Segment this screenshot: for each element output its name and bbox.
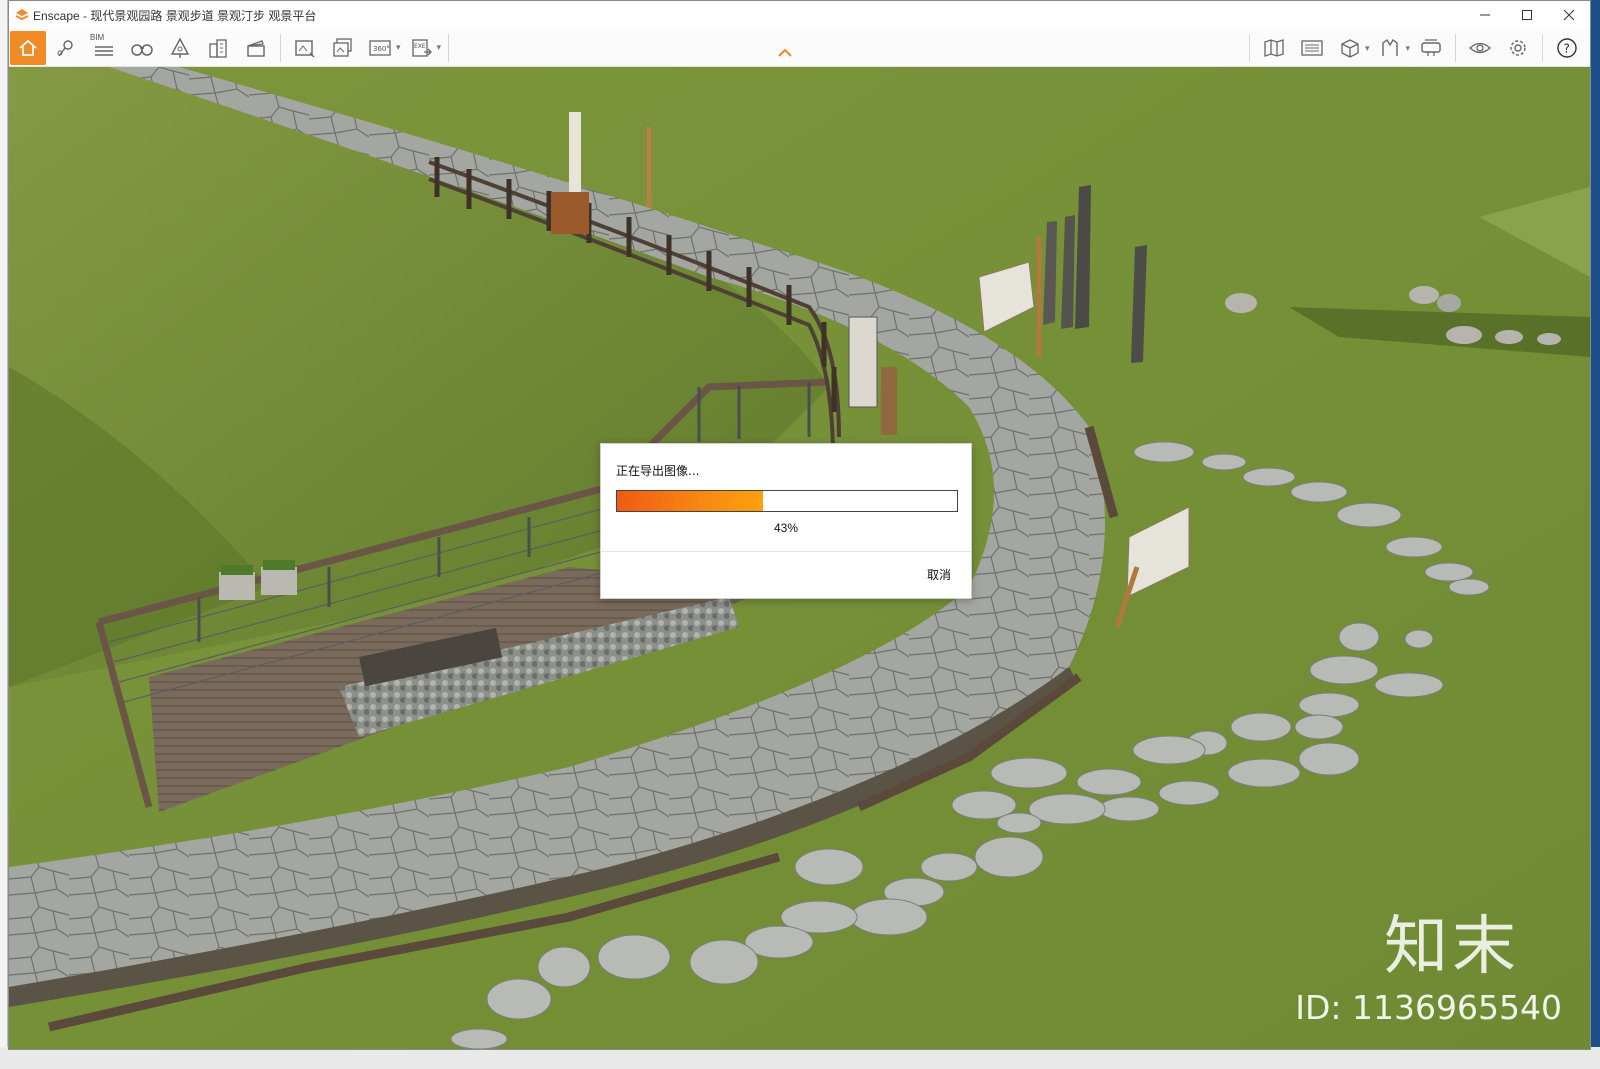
main-toolbar: BIM 360° ▾ EXE ▾ ▾ ▾ ? [9, 29, 1590, 67]
toolbar-separator [1455, 34, 1456, 62]
desktop-right-edge [1591, 0, 1600, 1069]
export-progress-bar [616, 490, 958, 512]
toolbar-separator [1542, 34, 1543, 62]
collapse-toolbar-button[interactable] [777, 45, 793, 63]
buildings-icon [209, 38, 227, 58]
vr-headset-button[interactable] [1413, 31, 1449, 65]
material-editor-button[interactable] [1372, 31, 1408, 65]
visibility-button[interactable] [1462, 31, 1498, 65]
enscape-window: Enscape - 现代景观园路 景观步道 景观汀步 观景平台 BIM 360°… [8, 0, 1591, 1050]
settings-icon [1510, 40, 1526, 56]
batch-render-button[interactable] [325, 31, 361, 65]
help-button[interactable]: ? [1549, 31, 1585, 65]
svg-text:?: ? [1564, 42, 1570, 56]
asset-library-icon [1301, 40, 1323, 56]
title-bar: Enscape - 现代景观园路 景观步道 景观汀步 观景平台 [9, 1, 1590, 29]
cube-dropdown-caret[interactable]: ▾ [1365, 43, 1370, 54]
map-button[interactable] [1256, 31, 1292, 65]
minimize-icon [1480, 14, 1490, 16]
export-exe-icon: EXE [411, 38, 432, 57]
home-icon [19, 39, 37, 56]
desktop-taskbar-strip [0, 1047, 1600, 1069]
toolbar-separator [1248, 34, 1250, 62]
location-pin-icon [57, 39, 73, 56]
views-button[interactable] [48, 31, 84, 65]
panorama-dropdown-caret[interactable]: ▾ [396, 42, 401, 53]
render-image-icon [295, 39, 315, 57]
export-progress-dialog: 正在导出图像... 43% 取消 [600, 443, 972, 599]
bim-button[interactable]: BIM [86, 31, 122, 65]
maximize-button[interactable] [1506, 1, 1548, 29]
panorama-label: 360° [373, 45, 390, 53]
bim-label: BIM [90, 32, 105, 42]
export-dropdown-caret[interactable]: ▾ [437, 42, 442, 53]
tree-icon [170, 37, 190, 58]
enscape-logo-icon [11, 1, 33, 29]
cube-icon [1341, 39, 1359, 58]
video-editor-button[interactable] [238, 31, 274, 65]
batch-render-icon [333, 37, 352, 57]
toolbar-separator [280, 33, 281, 62]
panorama-360-icon: 360° [369, 39, 391, 56]
buildings-button[interactable] [200, 31, 236, 65]
clapperboard-icon [247, 39, 265, 57]
close-icon [1563, 9, 1575, 21]
watermark-id: ID: 1136965540 [1295, 988, 1562, 1027]
window-title: Enscape - 现代景观园路 景观步道 景观汀步 观景平台 [33, 8, 317, 23]
export-exe-button[interactable]: EXE [404, 31, 440, 65]
panorama-button[interactable]: 360° [363, 31, 399, 65]
cancel-button[interactable]: 取消 [927, 566, 951, 583]
home-button[interactable] [10, 30, 46, 65]
settings-button[interactable] [1500, 31, 1536, 65]
dialog-title: 正在导出图像... [616, 464, 700, 478]
maximize-icon [1522, 10, 1532, 20]
close-button[interactable] [1548, 1, 1590, 29]
asset-library-button[interactable] [1294, 31, 1330, 65]
map-icon [1264, 39, 1284, 57]
chevron-up-icon [778, 48, 792, 57]
binoculars-icon [131, 43, 153, 56]
help-icon: ? [1557, 38, 1577, 58]
binoculars-button[interactable] [124, 31, 160, 65]
toolbar-right-group: ▾ ▾ ? [1244, 31, 1586, 65]
exe-label: EXE [414, 43, 426, 50]
cube-button[interactable] [1332, 31, 1368, 65]
desktop-left-edge [0, 0, 8, 1069]
eye-icon [1469, 42, 1491, 54]
progress-percent-text: 43% [773, 521, 799, 535]
minimize-button[interactable] [1464, 1, 1506, 29]
material-dropdown-caret[interactable]: ▾ [1405, 43, 1410, 54]
toolbar-separator [448, 33, 450, 62]
dialog-divider [601, 551, 971, 552]
export-progress-fill [617, 491, 764, 511]
asset-tree-button[interactable] [162, 31, 198, 65]
render-image-button[interactable] [287, 31, 323, 65]
vr-headset-icon [1421, 39, 1441, 56]
material-icon [1382, 38, 1399, 56]
watermark-logo: 知末 [1384, 910, 1520, 984]
window-controls [1464, 1, 1590, 29]
